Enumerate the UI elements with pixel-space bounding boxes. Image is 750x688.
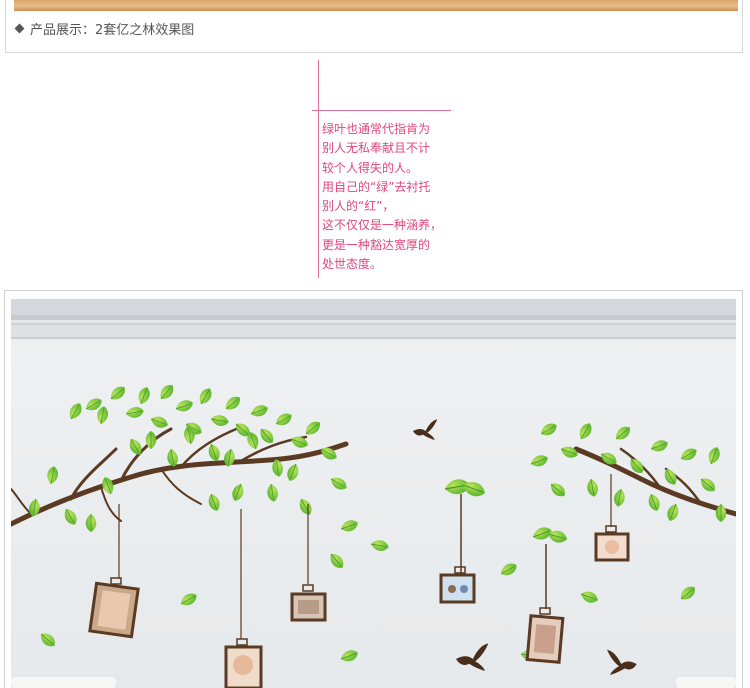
poem-line: 绿叶也通常代指肯为 [322, 122, 431, 136]
wood-floor-strip [14, 0, 738, 11]
poem-line: 更是一种豁达宽厚的 [322, 237, 431, 252]
poem-line: 这不仅仅是一种涵养， [322, 218, 443, 233]
poem-line: 别人的“红”， [322, 199, 395, 214]
wall-sticker-photo [11, 299, 736, 688]
poem-vertical-divider [318, 60, 319, 278]
diamond-bullet-icon [14, 23, 25, 33]
photo-frame-icon [88, 577, 140, 639]
poem-block: 绿叶也通常代指肯为 别人无私奉献且不计 较个人得失的人。 用自己的“绿”去衬托 … [322, 120, 462, 274]
poem-line: 处世态度。 [322, 257, 383, 272]
lamp-shade-right [676, 677, 736, 688]
poem-line: 别人无私奉献且不计 [322, 141, 431, 156]
lamp-shade-left [11, 677, 116, 688]
product-showcase-title: 产品展示：2套亿之林效果图 [30, 22, 195, 38]
product-showcase-heading: 产品展示：2套亿之林效果图 [14, 18, 194, 38]
ceiling-molding [11, 299, 736, 315]
poem-horizontal-divider [312, 110, 451, 111]
poem-line: 用自己的“绿”去衬托 [322, 179, 431, 194]
top-product-panel: 产品展示：2套亿之林效果图 [5, 0, 743, 53]
photo-frame-icon [224, 638, 263, 688]
poem-line: 较个人得失的人。 [322, 160, 419, 175]
